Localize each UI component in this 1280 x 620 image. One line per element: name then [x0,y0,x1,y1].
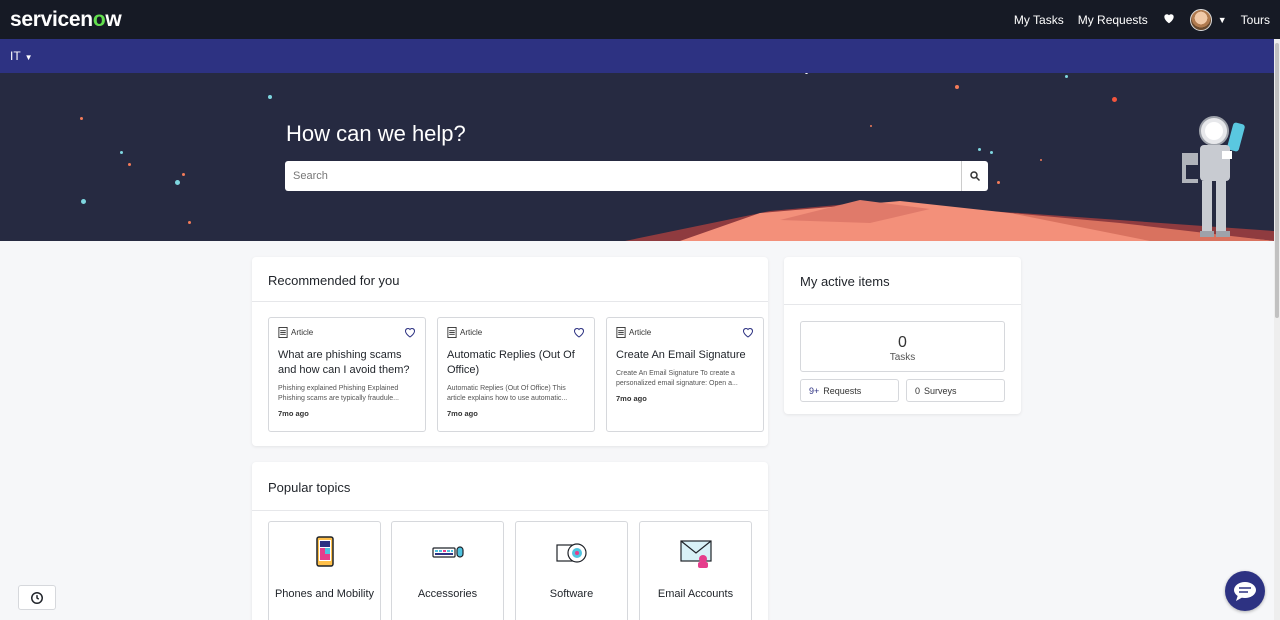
software-disc-icon [555,543,587,563]
article-type: Article [616,327,754,338]
article-type-label: Article [460,328,483,337]
star-decoration [1065,75,1068,78]
article-title: What are phishing scams and how can I av… [278,349,410,376]
star-decoration [1040,159,1042,161]
tasks-widget[interactable]: 0 Tasks [800,321,1005,372]
document-icon [616,327,626,338]
phone-icon [315,536,334,567]
article-title: Create An Email Signature [616,349,746,361]
search-box [285,161,988,191]
requests-count: 9+ [809,385,820,396]
article-description: Create An Email Signature To create a pe… [616,370,738,387]
portal-menu[interactable]: IT ▼ [10,49,33,63]
keyboard-mouse-icon [431,546,464,558]
divider [784,304,1021,305]
article-type: Article [278,327,416,338]
hero-banner: How can we help? [0,73,1274,241]
star-decoration [990,151,993,154]
star-decoration [81,199,86,204]
favorite-heart-icon[interactable] [573,327,585,338]
avatar[interactable] [1189,8,1212,31]
recommended-item[interactable]: Article What are phishing scams and how … [268,317,426,432]
topic-email-accounts[interactable]: Email Accounts [639,521,752,620]
search-icon [970,171,981,182]
hero-heading: How can we help? [286,121,466,146]
email-icon [679,540,712,568]
article-type-label: Article [629,328,652,337]
recommended-item[interactable]: Article Create An Email Signature Create… [606,317,764,432]
article-time: 7mo ago [616,394,647,403]
recommended-title: Recommended for you [268,273,400,288]
popular-topics-card: Popular topics Phones and Mobility Acces… [252,462,768,620]
favorites-heart-icon[interactable] [1162,11,1176,28]
search-input[interactable] [285,161,961,191]
favorite-heart-icon[interactable] [742,327,754,338]
scrollbar-thumb[interactable] [1275,43,1279,318]
article-title: Automatic Replies (Out Of Office) [447,349,575,376]
topic-label: Email Accounts [657,588,734,600]
active-items-title: My active items [800,274,890,289]
article-description: Automatic Replies (Out Of Office) This a… [447,385,568,402]
my-tasks-link[interactable]: My Tasks [1014,13,1064,27]
search-button[interactable] [961,161,988,191]
active-items-card: My active items 0 Tasks 9+ Requests 0 Su… [784,257,1021,414]
article-description: Phishing explained Phishing Explained Ph… [278,385,399,402]
article-type-label: Article [291,328,314,337]
portal-nav-bar: IT ▼ [0,39,1274,73]
tours-link[interactable]: Tours [1241,13,1270,27]
document-icon [278,327,288,338]
page-scrollbar[interactable] [1274,39,1280,620]
top-nav: My Tasks My Requests ▼ Tours [1014,8,1270,31]
article-time: 7mo ago [278,409,309,418]
topic-label: Accessories [417,588,478,600]
top-bar: servicenow My Tasks My Requests ▼ Tours [0,0,1280,39]
article-type: Article [447,327,585,338]
star-decoration [182,173,185,176]
requests-label: Requests [823,385,862,396]
article-time: 7mo ago [447,409,478,418]
surveys-count: 0 [915,385,921,396]
tasks-count: 0 [898,334,907,351]
my-requests-link[interactable]: My Requests [1078,13,1148,27]
chat-bubble-icon [1234,582,1256,601]
mountains-illustration [625,200,1274,241]
star-decoration [188,221,191,224]
star-decoration [175,180,180,185]
star-decoration [1112,97,1117,102]
chevron-down-icon: ▼ [24,53,33,62]
requests-widget[interactable]: 9+ Requests [800,379,899,402]
clock-icon [31,591,43,604]
portal-menu-label: IT [10,49,21,63]
topic-accessories[interactable]: Accessories [391,521,504,620]
star-decoration [955,85,959,89]
topic-phones-mobility[interactable]: Phones and Mobility [268,521,381,620]
star-decoration [80,117,83,120]
topic-software[interactable]: Software [515,521,628,620]
divider [252,510,768,511]
servicenow-logo[interactable]: servicenow [10,8,122,32]
divider [252,301,768,302]
star-decoration [268,95,272,99]
favorite-heart-icon[interactable] [404,327,416,338]
chat-button[interactable] [1225,571,1265,611]
popular-topics-title: Popular topics [268,480,351,495]
topic-label: Phones and Mobility [274,588,375,600]
star-decoration [120,151,123,154]
history-button[interactable] [18,585,56,610]
surveys-label: Surveys [924,385,957,396]
topic-label: Software [549,588,594,600]
chevron-down-icon[interactable]: ▼ [1218,15,1227,25]
star-decoration [978,148,981,151]
star-decoration [128,163,131,166]
recommended-card: Recommended for you Article What are phi… [252,257,768,446]
star-decoration [870,125,872,127]
tasks-label: Tasks [889,352,916,363]
recommended-item[interactable]: Article Automatic Replies (Out Of Office… [437,317,595,432]
astronaut-illustration [1182,116,1245,237]
star-decoration [997,181,1000,184]
document-icon [447,327,457,338]
surveys-widget[interactable]: 0 Surveys [906,379,1005,402]
